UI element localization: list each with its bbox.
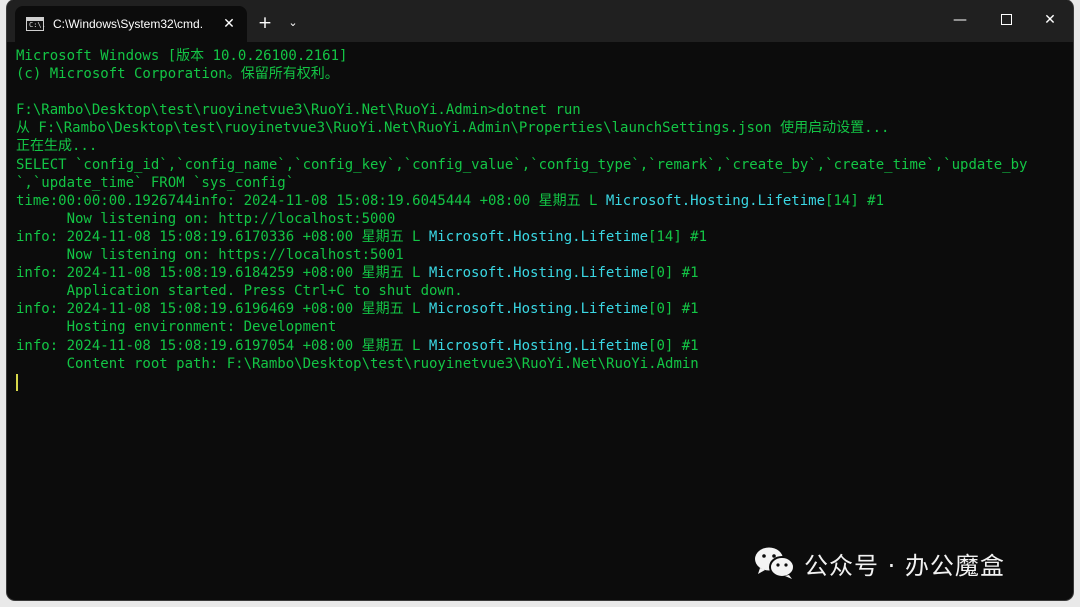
console-category: Microsoft.Hosting.Lifetime xyxy=(428,228,649,245)
console-text: info: 2024-11-08 15:08:19.6170336 +08:00… xyxy=(16,228,429,245)
console-line: SELECT `config_id`,`config_name`,`config… xyxy=(16,156,1066,174)
maximize-button[interactable] xyxy=(983,0,1029,40)
console-line: F:\Rambo\Desktop\test\ruoyinetvue3\RuoYi… xyxy=(16,101,1066,119)
console-line: 正在生成... xyxy=(16,137,1066,155)
console-text: SELECT `config_id`,`config_name`,`config… xyxy=(16,156,1028,173)
tab-title: C:\Windows\System32\cmd.e xyxy=(53,17,203,31)
minimize-button[interactable]: — xyxy=(937,0,983,40)
console-text: [14] #1 xyxy=(825,192,885,209)
console-text: (c) Microsoft Corporation。保留所有权利。 xyxy=(16,66,339,83)
wechat-icon xyxy=(754,545,796,581)
console-text: `,`update_time` FROM `sys_config` xyxy=(16,174,295,191)
watermark-text: 公众号 · 办公魔盒 xyxy=(804,551,1005,580)
console-line: (c) Microsoft Corporation。保留所有权利。 xyxy=(16,65,1066,83)
console-line: Hosting environment: Development xyxy=(16,318,1066,336)
console-line: Now listening on: https://localhost:5001 xyxy=(16,246,1066,264)
text-cursor xyxy=(16,374,18,391)
close-window-button[interactable]: ✕ xyxy=(1027,0,1073,40)
console-line: info: 2024-11-08 15:08:19.6196469 +08:00… xyxy=(16,300,1066,318)
new-tab-button[interactable]: + xyxy=(254,12,276,34)
console-line: time:00:00:00.1926744info: 2024-11-08 15… xyxy=(16,192,1066,210)
terminal-window: C:\. C:\Windows\System32\cmd.e ✕ + ⌄ — ✕… xyxy=(7,0,1073,600)
console-text: Now listening on: https://localhost:5001 xyxy=(16,247,404,264)
console-text: Microsoft Windows [版本 10.0.26100.2161] xyxy=(16,48,348,64)
maximize-icon xyxy=(1000,14,1012,25)
tab-cmd[interactable]: C:\. C:\Windows\System32\cmd.e ✕ xyxy=(15,6,247,42)
title-bar[interactable]: C:\. C:\Windows\System32\cmd.e ✕ + ⌄ — ✕ xyxy=(7,0,1073,42)
chevron-down-icon[interactable]: ⌄ xyxy=(284,12,302,34)
console-output[interactable]: Microsoft Windows [版本 10.0.26100.2161] (c… xyxy=(16,47,1066,373)
watermark: 公众号 · 办公魔盒 xyxy=(754,545,1005,581)
console-line: 从 F:\Rambo\Desktop\test\ruoyinetvue3\Ruo… xyxy=(16,119,1066,137)
console-category: Microsoft.Hosting.Lifetime xyxy=(428,337,649,354)
console-text: Content root path: F:\Rambo\Desktop\test… xyxy=(16,355,699,372)
console-text: Application started. Press Ctrl+C to shu… xyxy=(16,283,463,300)
console-category: Microsoft.Hosting.Lifetime xyxy=(428,265,649,282)
console-category: Microsoft.Hosting.Lifetime xyxy=(605,192,826,209)
console-line: info: 2024-11-08 15:08:19.6170336 +08:00… xyxy=(16,228,1066,246)
console-text: 从 F:\Rambo\Desktop\test\ruoyinetvue3\Ruo… xyxy=(16,120,890,137)
console-text: info: 2024-11-08 15:08:19.6196469 +08:00… xyxy=(16,301,429,318)
console-line: `,`update_time` FROM `sys_config` xyxy=(16,174,1066,192)
console-line: Microsoft Windows [版本 10.0.26100.2161] xyxy=(16,47,1066,65)
cmd-icon-text: C:\. xyxy=(29,21,46,29)
console-category: Microsoft.Hosting.Lifetime xyxy=(428,301,649,318)
console-text: [0] #1 xyxy=(648,337,699,354)
console-line: Content root path: F:\Rambo\Desktop\test… xyxy=(16,355,1066,373)
console-text: [14] #1 xyxy=(648,228,708,245)
console-text: [0] #1 xyxy=(648,301,699,318)
console-text: Now listening on: http://localhost:5000 xyxy=(16,210,396,227)
console-line: info: 2024-11-08 15:08:19.6197054 +08:00… xyxy=(16,337,1066,355)
console-line: info: 2024-11-08 15:08:19.6184259 +08:00… xyxy=(16,264,1066,282)
tab-close-icon[interactable]: ✕ xyxy=(219,14,239,34)
console-text: info: 2024-11-08 15:08:19.6197054 +08:00… xyxy=(16,337,429,354)
console-text: Hosting environment: Development xyxy=(16,319,337,336)
cmd-icon: C:\. xyxy=(26,17,46,31)
console-text: info: 2024-11-08 15:08:19.6184259 +08:00… xyxy=(16,265,429,282)
console-text: time:00:00:00.1926744info: 2024-11-08 15… xyxy=(16,192,606,209)
console-text: F:\Rambo\Desktop\test\ruoyinetvue3\RuoYi… xyxy=(16,102,581,119)
console-text: [0] #1 xyxy=(648,265,699,282)
console-line: Application started. Press Ctrl+C to shu… xyxy=(16,282,1066,300)
console-text: 正在生成... xyxy=(16,138,98,155)
console-line: Now listening on: http://localhost:5000 xyxy=(16,210,1066,228)
